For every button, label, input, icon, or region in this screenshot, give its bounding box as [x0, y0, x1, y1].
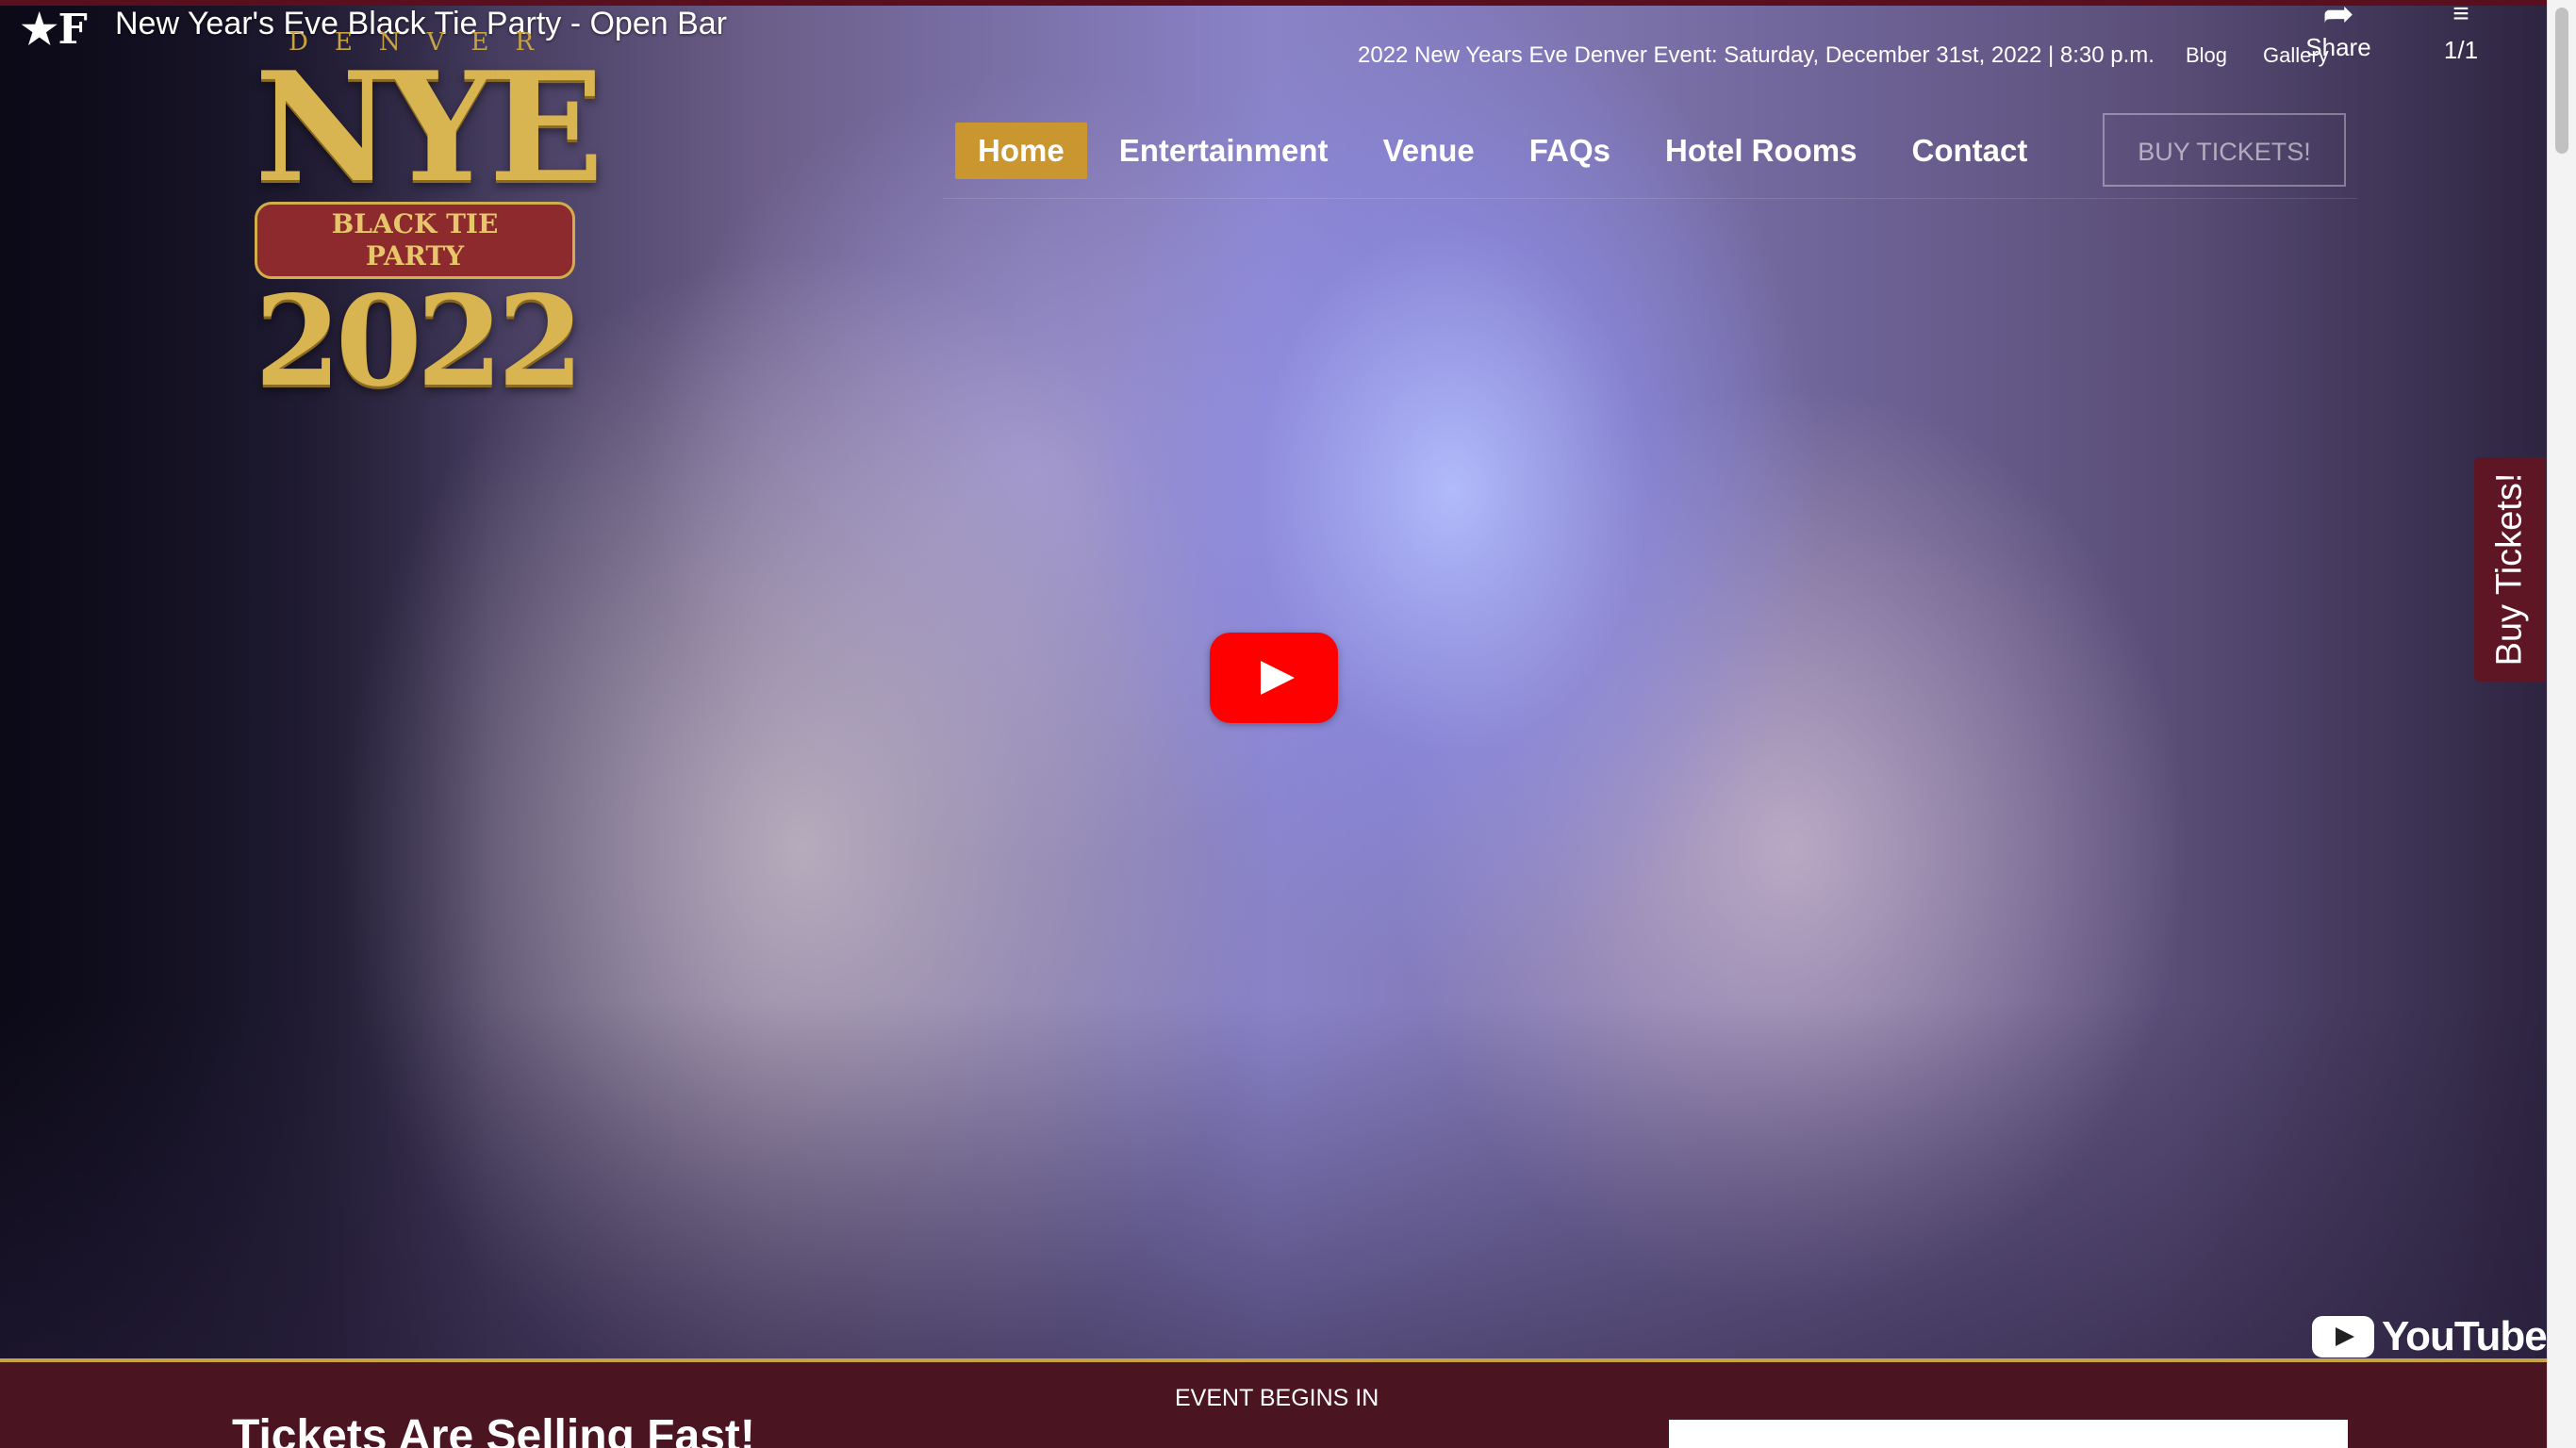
youtube-icon: [2312, 1316, 2374, 1358]
scrollbar[interactable]: [2547, 0, 2576, 1448]
side-tab-label: Buy Tickets!: [2489, 472, 2530, 666]
main-nav: Home Entertainment Venue FAQs Hotel Room…: [955, 123, 2059, 179]
nav-venue[interactable]: Venue: [1361, 123, 1497, 179]
playlist-button[interactable]: ≡ 1/1: [2433, 0, 2489, 75]
logo-ribbon: BLACK TIE PARTY: [255, 202, 575, 279]
countdown-box: [1669, 1420, 2348, 1448]
nav-divider: [943, 198, 2357, 199]
youtube-wordmark: YouTube: [2382, 1313, 2548, 1359]
nav-home[interactable]: Home: [955, 123, 1087, 179]
nav-hotel-rooms[interactable]: Hotel Rooms: [1643, 123, 1880, 179]
scroll-thumb[interactable]: [2555, 8, 2568, 154]
countdown-label: EVENT BEGINS IN: [1175, 1385, 1379, 1411]
share-icon: ➦: [2322, 0, 2354, 35]
gallery-link[interactable]: Gallery: [2263, 40, 2329, 72]
nav-faqs[interactable]: FAQs: [1507, 123, 1633, 179]
playlist-count: 1/1: [2443, 36, 2479, 64]
site-logo[interactable]: DENVER NYE BLACK TIE PARTY 2022: [255, 28, 603, 404]
logo-name: NYE: [255, 39, 603, 216]
play-button[interactable]: [1210, 633, 1338, 723]
channel-logo-icon[interactable]: ★F: [21, 4, 96, 57]
tickets-heading: Tickets Are Selling Fast!: [232, 1411, 755, 1448]
playlist-icon: ≡: [2452, 0, 2469, 29]
event-date-line: 2022 New Years Eve Denver Event: Saturda…: [1358, 42, 2155, 68]
logo-year: 2022: [255, 269, 584, 415]
buy-tickets-button[interactable]: BUY TICKETS!: [2103, 113, 2346, 187]
hero-shade-bottom: [0, 1000, 2548, 1358]
buy-tickets-side-tab[interactable]: Buy Tickets!: [2474, 457, 2546, 682]
blog-link[interactable]: Blog: [2186, 40, 2227, 72]
youtube-logo[interactable]: YouTube: [2312, 1313, 2548, 1359]
nav-entertainment[interactable]: Entertainment: [1097, 123, 1351, 179]
nav-contact[interactable]: Contact: [1890, 123, 2051, 179]
page: ★F New Year's Eve Black Tie Party - Open…: [0, 0, 2576, 1448]
